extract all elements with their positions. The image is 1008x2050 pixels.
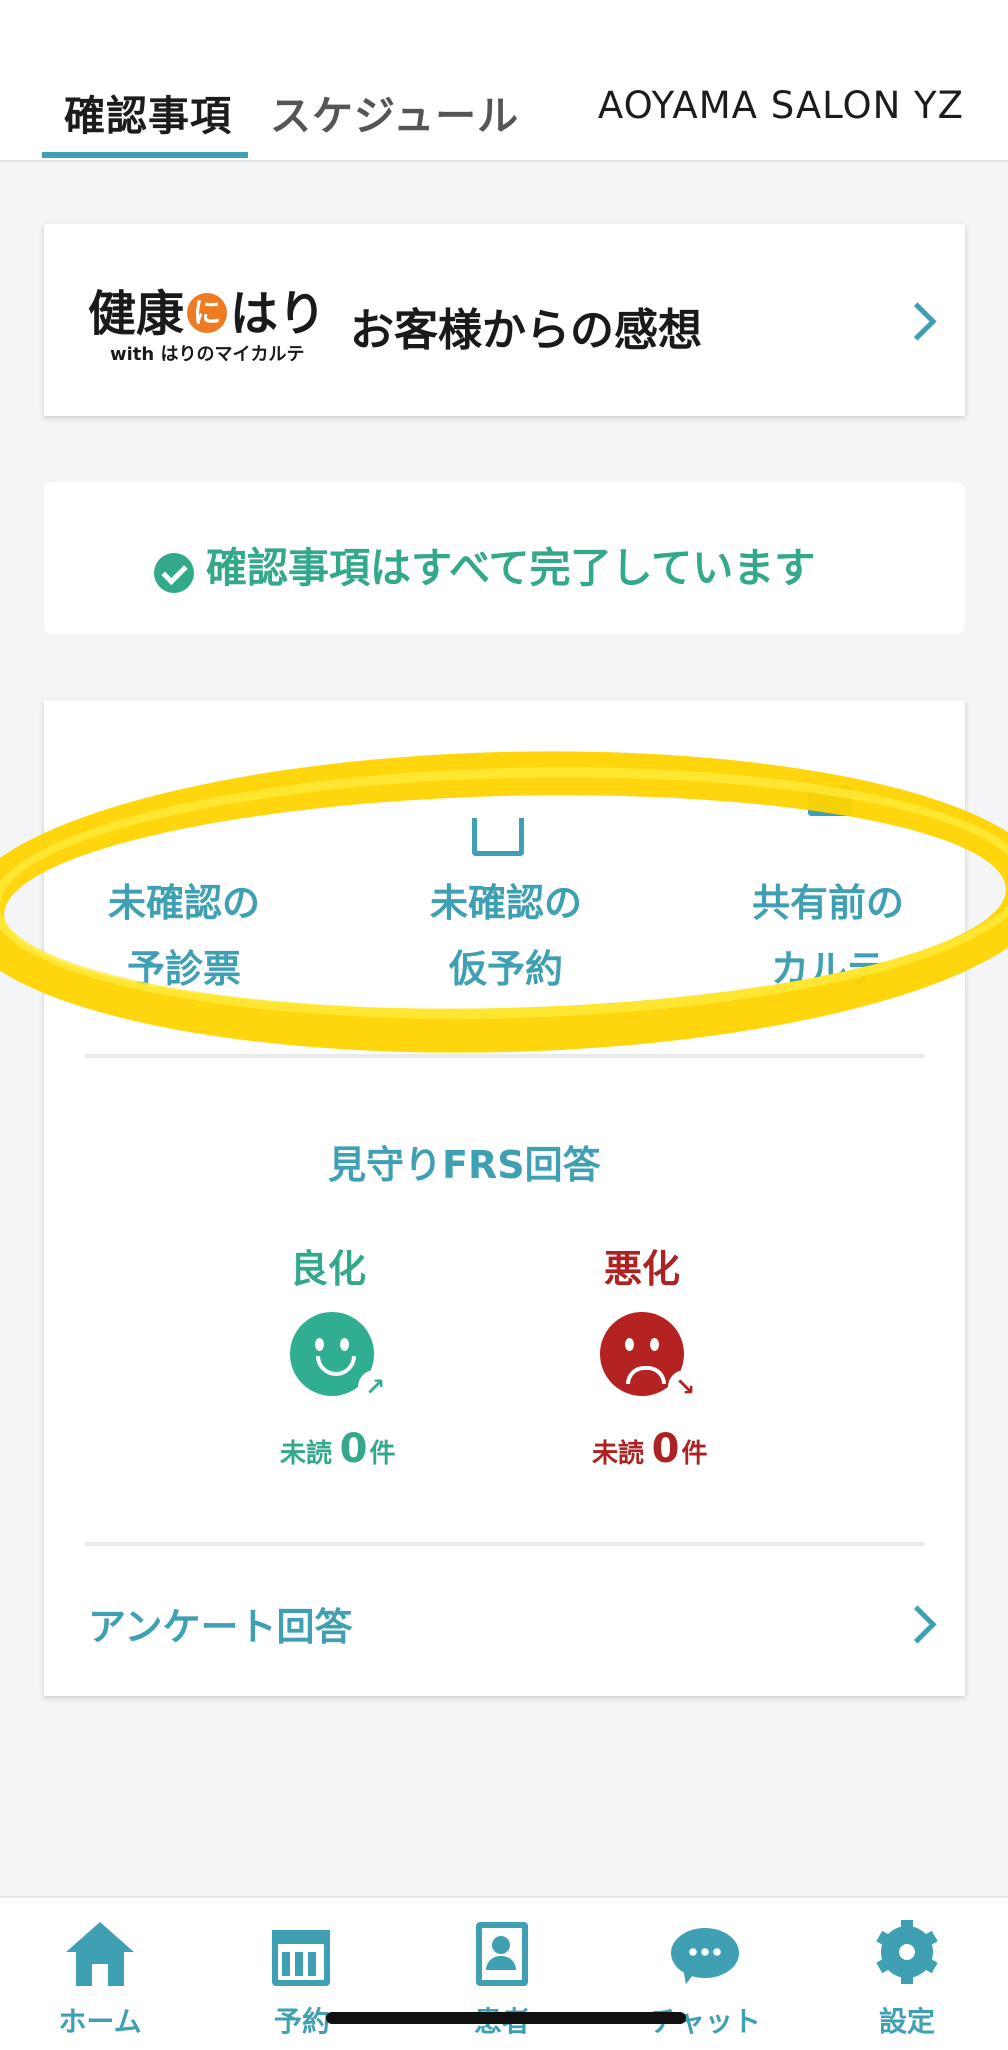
nav-settings[interactable]: 設定 xyxy=(832,1920,982,2040)
unread-number: 0 xyxy=(651,1426,680,1472)
check-circle-icon xyxy=(154,552,194,593)
logo-ni-badge: に xyxy=(187,293,228,333)
arrow-down-right-icon: ↘ xyxy=(668,1370,702,1404)
divider xyxy=(85,1542,925,1546)
sad-face-icon[interactable]: ↘ xyxy=(600,1312,702,1404)
calendar-icon xyxy=(264,1922,340,1986)
logo-subtitle: with はりのマイカルテ xyxy=(110,344,305,365)
active-tab-indicator xyxy=(42,152,248,158)
customer-feedback-banner[interactable]: 健康にはり with はりのマイカルテ お客様からの感想 xyxy=(44,224,965,416)
worsened-unread-count[interactable]: 未読 0件 xyxy=(592,1426,707,1472)
contact-book-icon xyxy=(464,1922,540,1986)
frs-section-title: 見守りFRS回答 xyxy=(328,1143,601,1187)
gear-icon xyxy=(869,1920,945,1986)
unread-prefix: 未読 xyxy=(592,1439,645,1469)
home-indicator xyxy=(326,2012,686,2024)
kenkou-ni-hari-logo: 健康にはり with はりのマイカルテ xyxy=(88,274,328,384)
arrow-up-right-icon: ↗ xyxy=(358,1370,392,1404)
chevron-right-icon xyxy=(898,302,937,341)
unread-unit: 件 xyxy=(369,1439,396,1469)
worsened-label: 悪化 xyxy=(604,1247,681,1291)
chat-bubble-icon xyxy=(667,1922,743,1987)
logo-text-hari: はり xyxy=(230,286,327,342)
survey-responses-link[interactable]: アンケート回答 xyxy=(88,1596,352,1651)
logo-text-kenkou: 健康 xyxy=(88,286,185,342)
nav-label: 設定 xyxy=(878,2005,935,2038)
divider xyxy=(85,1054,925,1058)
smile-face-icon[interactable]: ↗ xyxy=(290,1312,392,1404)
banner-title: お客様からの感想 xyxy=(350,305,702,356)
nav-home[interactable]: ホーム xyxy=(25,1922,175,2040)
home-icon xyxy=(62,1922,138,1986)
status-text: 確認事項はすべて完了しています xyxy=(206,544,816,592)
improved-unread-count[interactable]: 未読 0件 xyxy=(280,1426,395,1472)
status-card: 確認事項はすべて完了しています xyxy=(44,482,965,634)
tab-schedule[interactable]: スケジュール xyxy=(270,82,519,142)
unread-number: 0 xyxy=(339,1426,368,1472)
bottom-navigation: ホーム 予約 患者 チャット 設定 xyxy=(0,1896,1008,2050)
status-message: 確認事項はすべて完了しています xyxy=(154,534,815,598)
improved-label: 良化 xyxy=(290,1247,367,1291)
tab-confirmation[interactable]: 確認事項 xyxy=(64,82,232,142)
nav-label: ホーム xyxy=(58,2005,142,2038)
unread-prefix: 未読 xyxy=(280,1439,333,1469)
chevron-right-icon[interactable] xyxy=(898,1605,937,1644)
unread-unit: 件 xyxy=(681,1439,708,1469)
salon-name: AOYAMA SALON YZ xyxy=(597,84,964,127)
